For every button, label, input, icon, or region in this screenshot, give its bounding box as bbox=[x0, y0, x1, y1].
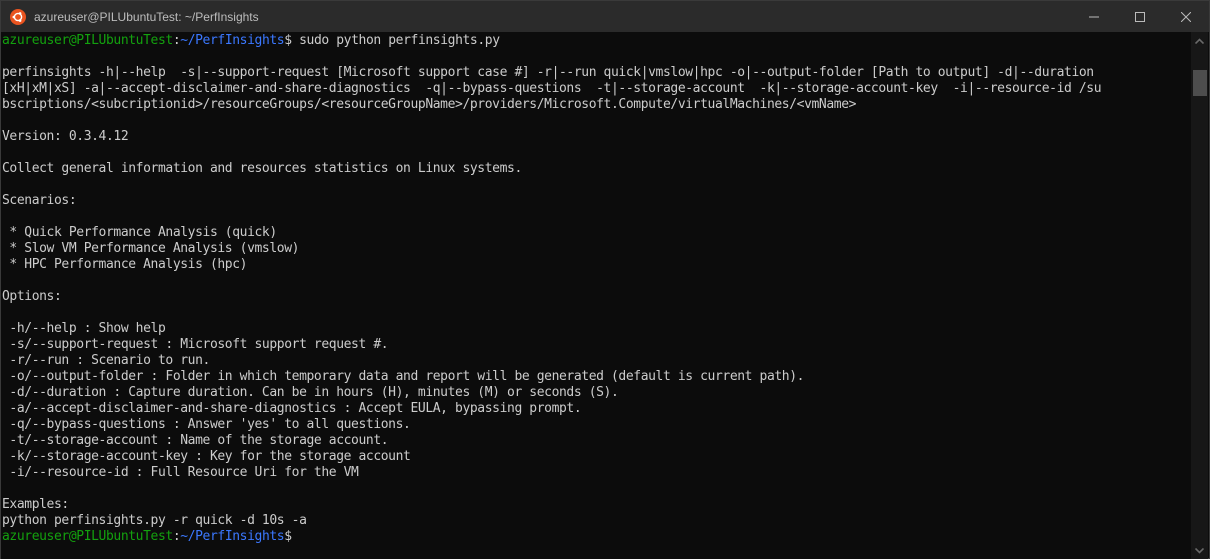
minimize-button[interactable] bbox=[1071, 1, 1117, 32]
output-line: -s/--support-request : Microsoft support… bbox=[2, 337, 389, 352]
scroll-down-button[interactable] bbox=[1191, 542, 1208, 559]
prompt-symbol: $ bbox=[284, 529, 292, 544]
command-text: sudo python perfinsights.py bbox=[291, 33, 500, 48]
close-button[interactable] bbox=[1163, 1, 1209, 32]
output-line: -i/--resource-id : Full Resource Uri for… bbox=[2, 465, 359, 480]
output-line: Examples: bbox=[2, 497, 69, 512]
scrollbar-thumb[interactable] bbox=[1193, 70, 1207, 96]
output-line: * Slow VM Performance Analysis (vmslow) bbox=[2, 241, 300, 256]
output-line: -k/--storage-account-key : Key for the s… bbox=[2, 449, 411, 464]
window-title: azureuser@PILUbuntuTest: ~/PerfInsights bbox=[34, 9, 259, 24]
output-line: perfinsights -h|--help -s|--support-requ… bbox=[2, 65, 1094, 80]
output-lines: perfinsights -h|--help -s|--support-requ… bbox=[1, 49, 1193, 529]
output-line: -d/--duration : Capture duration. Can be… bbox=[2, 385, 619, 400]
output-line: Options: bbox=[2, 289, 62, 304]
output-line: -a/--accept-disclaimer-and-share-diagnos… bbox=[2, 401, 582, 416]
title-bar[interactable]: azureuser@PILUbuntuTest: ~/PerfInsights bbox=[1, 1, 1209, 32]
chevron-up-icon bbox=[1195, 37, 1204, 44]
scroll-up-button[interactable] bbox=[1191, 32, 1208, 49]
current-prompt-line[interactable]: azureuser@PILUbuntuTest:~/PerfInsights$ bbox=[1, 529, 1193, 545]
output-line: Collect general information and resource… bbox=[2, 161, 522, 176]
window-controls bbox=[1071, 1, 1209, 32]
output-line: -h/--help : Show help bbox=[2, 321, 166, 336]
output-line: Scenarios: bbox=[2, 193, 77, 208]
output-line: -r/--run : Scenario to run. bbox=[2, 353, 210, 368]
output-line: bscriptions/<subcriptionid>/resourceGrou… bbox=[2, 97, 857, 112]
output-line: Version: 0.3.4.12 bbox=[2, 129, 129, 144]
output-line: -t/--storage-account : Name of the stora… bbox=[2, 433, 389, 448]
ubuntu-logo-icon[interactable] bbox=[10, 8, 26, 25]
close-icon bbox=[1181, 11, 1191, 22]
terminal-output[interactable]: azureuser@PILUbuntuTest:~/PerfInsights$ … bbox=[1, 32, 1193, 559]
terminal-window: azureuser@PILUbuntuTest: ~/PerfInsights … bbox=[0, 0, 1210, 559]
output-line: * HPC Performance Analysis (hpc) bbox=[2, 257, 248, 272]
prompt-user-host: azureuser@PILUbuntuTest bbox=[2, 529, 173, 544]
output-line: python perfinsights.py -r quick -d 10s -… bbox=[2, 513, 307, 528]
prompt-cwd: ~/PerfInsights bbox=[180, 33, 285, 48]
prompt-cwd: ~/PerfInsights bbox=[180, 529, 285, 544]
command-line: azureuser@PILUbuntuTest:~/PerfInsights$ … bbox=[1, 33, 1193, 49]
prompt-user-host: azureuser@PILUbuntuTest bbox=[2, 33, 173, 48]
maximize-button[interactable] bbox=[1117, 1, 1163, 32]
chevron-down-icon bbox=[1195, 547, 1204, 554]
output-line: -q/--bypass-questions : Answer 'yes' to … bbox=[2, 417, 411, 432]
output-line: * Quick Performance Analysis (quick) bbox=[2, 225, 277, 240]
minimize-icon bbox=[1089, 16, 1099, 17]
output-line: [xH|xM|xS] -a|--accept-disclaimer-and-sh… bbox=[2, 81, 1102, 96]
vertical-scrollbar[interactable] bbox=[1191, 32, 1208, 559]
maximize-icon bbox=[1135, 11, 1145, 22]
output-line: -o/--output-folder : Folder in which tem… bbox=[2, 369, 805, 384]
prompt-symbol: $ bbox=[284, 33, 292, 48]
